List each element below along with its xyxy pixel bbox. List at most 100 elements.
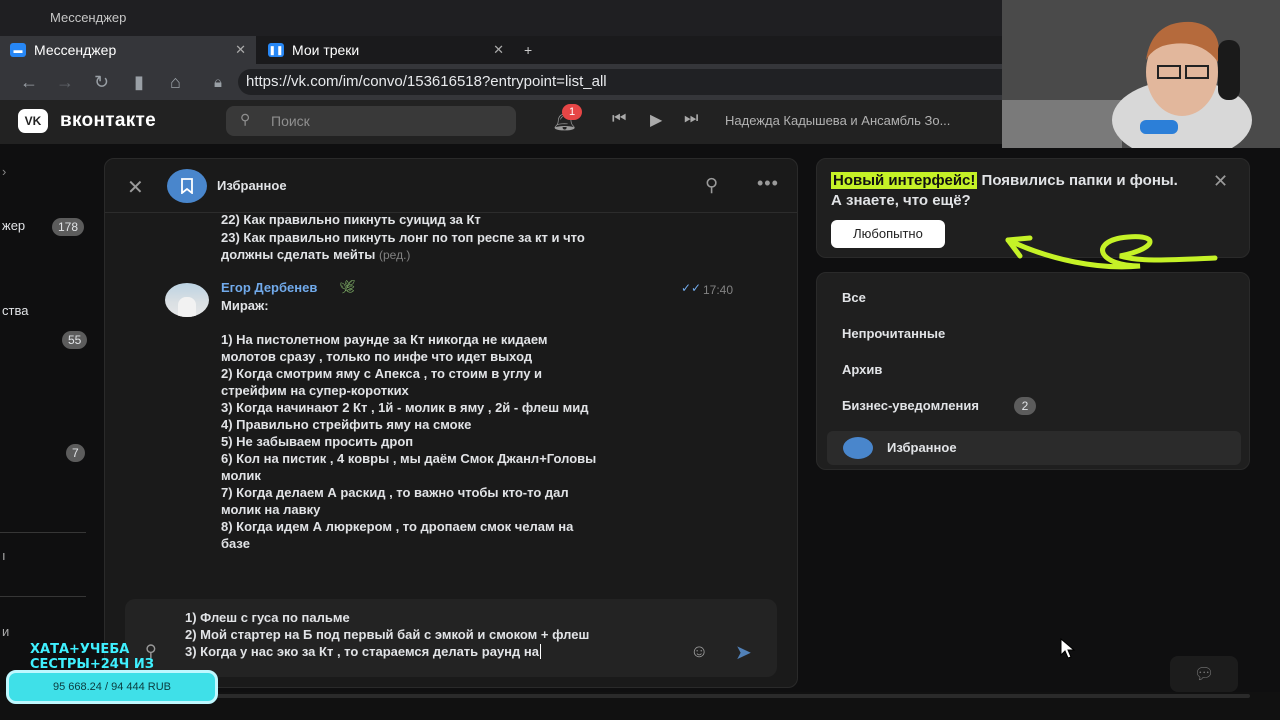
chevron-icon: › <box>2 164 7 179</box>
message-line: молик на лавку <box>221 502 321 517</box>
vk-chat-icon: ▬ <box>10 43 26 57</box>
close-icon[interactable]: ✕ <box>235 42 246 58</box>
message-line: стрейфим на супер-коротких <box>221 383 409 398</box>
emoji-icon[interactable]: ☺ <box>690 641 708 662</box>
search-icon[interactable]: ⚲ <box>705 175 718 196</box>
composer-line-text: 3) Когда у нас эко за Кт , то стараемся … <box>185 644 539 659</box>
music-icon: ❚❚ <box>268 43 284 57</box>
tab-messenger[interactable]: ▬ Мессенджер ✕ <box>0 36 256 64</box>
close-icon[interactable]: ✕ <box>493 42 504 58</box>
now-playing-track[interactable]: Надежда Кадышева и Ансамбль Зо... <box>725 113 950 128</box>
curious-button[interactable]: Любопытно <box>831 220 945 248</box>
message-author[interactable]: Егор Дербенев <box>221 280 317 295</box>
message-line <box>221 314 781 331</box>
search-placeholder: Поиск <box>271 113 310 129</box>
vk-logo-icon[interactable]: VK <box>18 109 48 133</box>
avatar-figure <box>178 297 196 317</box>
promo-highlight: Новый интерфейс! <box>831 172 978 189</box>
message-line: 2) Когда смотрим яму с Апекса , то стоим… <box>221 366 543 381</box>
search-input[interactable]: ⚲ Поиск <box>226 106 516 136</box>
lock-icon[interactable]: 🔒︎ <box>214 74 222 91</box>
webcam-overlay <box>1002 0 1280 148</box>
folder-label: Избранное <box>887 440 957 455</box>
tab-label: Мои треки <box>292 42 360 58</box>
message-line: 6) Кол на пистик , 4 ковры , мы даём Смо… <box>221 451 597 466</box>
composer-line: 1) Флеш с гуса по пальме <box>185 610 350 625</box>
streamer-figure <box>1002 0 1280 148</box>
chats-button[interactable]: 💬︎ <box>1170 656 1238 692</box>
message-line: Мираж: <box>221 298 269 313</box>
reload-icon[interactable]: ↻ <box>94 72 109 93</box>
new-tab-button[interactable]: + <box>516 36 542 64</box>
message-line: 3) Когда начинают 2 Кт , 1й - молик в ям… <box>221 400 589 415</box>
forward-icon[interactable]: → <box>56 72 74 93</box>
chat-panel: ✕ Избранное ⚲ ••• 22) Как правильно пикн… <box>104 158 798 688</box>
mouse-cursor-icon <box>1060 638 1076 659</box>
divider <box>0 596 86 597</box>
folder-business[interactable]: Бизнес-уведомления <box>842 398 979 413</box>
tab-label: Мессенджер <box>34 42 117 58</box>
sidebar-item-label[interactable]: и <box>2 624 9 639</box>
message-body: Мираж: 1) На пистолетном раунде за Кт ник… <box>221 297 781 552</box>
previous-track-icon[interactable]: ⏮ <box>612 110 626 128</box>
promo-text: Новый интерфейс! Появились папки и фоны.… <box>831 171 1191 211</box>
bookmark-icon <box>167 169 207 203</box>
folder-favorites[interactable]: Избранное <box>827 431 1241 465</box>
message-line: базе <box>221 536 250 551</box>
message-line: молик <box>221 468 261 483</box>
bookmark-icon <box>843 437 873 459</box>
avatar[interactable] <box>165 283 209 317</box>
read-check-icon: ✓✓ <box>681 281 702 295</box>
send-icon[interactable]: ➤ <box>735 640 752 665</box>
window-title: Мессенджер <box>50 10 127 25</box>
sidebar-item-label[interactable]: ı <box>2 548 6 563</box>
composer-text[interactable]: 1) Флеш с гуса по пальме 2) Мой стартер … <box>185 609 589 660</box>
message-line: 5) Не забываем просить дроп <box>221 434 414 449</box>
chat-bubble-icon: 💬︎ <box>1194 666 1215 683</box>
notification-badge: 1 <box>562 104 582 120</box>
message-line: 4) Правильно стрейфить яму на смоке <box>221 417 472 432</box>
next-track-icon[interactable]: ⏭ <box>684 110 698 128</box>
more-icon[interactable]: ••• <box>757 173 779 194</box>
brand-name[interactable]: вконтакте <box>60 110 156 132</box>
back-icon[interactable]: ← <box>20 72 38 93</box>
folder-unread[interactable]: Непрочитанные <box>842 326 945 341</box>
edited-label: (ред.) <box>379 248 411 262</box>
unread-badge: 7 <box>66 444 85 462</box>
horizontal-scrollbar[interactable] <box>210 694 1250 698</box>
divider <box>0 532 86 533</box>
folders-panel: Все Непрочитанные Архив Бизнес-уведомлен… <box>816 272 1250 470</box>
chat-title[interactable]: Избранное <box>217 178 287 193</box>
message-line: 1) На пистолетном раунде за Кт никогда н… <box>221 332 548 347</box>
sidebar-item-label: ства <box>2 303 29 318</box>
arrow-icon <box>1005 234 1218 270</box>
unread-badge: 55 <box>62 331 88 349</box>
message-time: 17:40 <box>703 283 734 297</box>
message-line: 7) Когда делаем А раскид , то важно чтоб… <box>221 485 569 500</box>
message-line: должны сделать мейты (ред.) <box>221 246 410 264</box>
tab-my-tracks[interactable]: ❚❚ Мои треки ✕ <box>258 36 514 64</box>
message-composer[interactable]: ⚲ 1) Флеш с гуса по пальме 2) Мой старте… <box>125 599 777 677</box>
composer-line: 2) Мой стартер на Б под первый бай с эмк… <box>185 627 590 642</box>
url-input[interactable]: https://vk.com/im/convo/153616518?entryp… <box>238 69 1018 95</box>
leaf-icon: 🌿︎ <box>339 279 356 294</box>
home-icon[interactable]: ⌂ <box>170 72 181 93</box>
donation-progress: 95 668.24 / 94 444 RUB <box>6 670 218 704</box>
message-text: 22) Как правильно пикнуть суицид за Кт <box>221 212 481 227</box>
chat-header: ✕ Избранное ⚲ ••• <box>105 159 797 213</box>
search-icon: ⚲ <box>240 111 251 127</box>
message-text: 23) Как правильно пикнуть лонг по топ ре… <box>221 230 585 245</box>
folder-archive[interactable]: Архив <box>842 362 882 377</box>
bookmark-icon[interactable]: ▮ <box>134 72 144 93</box>
play-icon[interactable]: ▶ <box>650 110 662 130</box>
folder-badge: 2 <box>1014 397 1036 415</box>
message-line: 8) Когда идем А люркером , то дропаем см… <box>221 519 574 534</box>
close-icon[interactable]: ✕ <box>127 175 144 200</box>
unread-badge: 178 <box>52 218 85 236</box>
close-icon[interactable]: ✕ <box>1213 171 1228 192</box>
stream-goal-banner: ХАТА+УЧЕБА СЕСТРЫ+24Ч ИЗ БУДКИ <box>30 642 154 687</box>
left-sidebar: › жер 178 ства 55 7 ı и <box>0 144 100 694</box>
message-text: должны сделать мейты <box>221 247 376 262</box>
sidebar-item-label: жер <box>2 218 26 233</box>
folder-all[interactable]: Все <box>842 290 866 305</box>
